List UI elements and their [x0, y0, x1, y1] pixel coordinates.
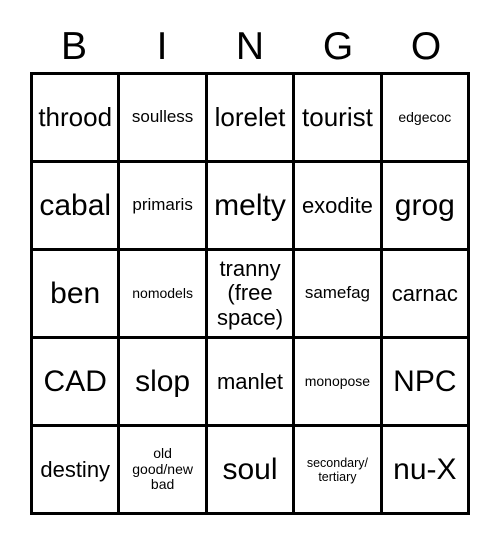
bingo-header-letter-o: O	[410, 24, 442, 68]
bingo-cell-label: throod	[38, 101, 113, 132]
bingo-cell-g4[interactable]: monopose	[295, 339, 383, 427]
bingo-cell-n5[interactable]: soul	[207, 427, 296, 515]
bingo-cell-b4[interactable]: CAD	[33, 339, 121, 427]
bingo-row: CAD slop manlet monopose NPC	[33, 339, 471, 427]
bingo-cell-label: soulless	[131, 107, 194, 127]
bingo-row: cabal primaris melty exodite grog	[33, 163, 471, 251]
bingo-row: ben nomodels tranny (free space) samefag…	[33, 251, 471, 339]
bingo-header-letter-n: N	[235, 24, 265, 68]
bingo-cell-n1[interactable]: lorelet	[207, 75, 296, 163]
bingo-cell-o1[interactable]: edgecoc	[382, 75, 471, 163]
bingo-cell-label: carnac	[391, 280, 458, 306]
bingo-cell-g5[interactable]: secondary/ tertiary	[295, 427, 383, 515]
bingo-cell-label: cabal	[39, 188, 112, 222]
bingo-cell-o2[interactable]: grog	[382, 163, 471, 251]
bingo-cell-label: soul	[222, 452, 278, 486]
bingo-cell-i3[interactable]: nomodels	[120, 251, 208, 339]
bingo-cell-b3[interactable]: ben	[33, 251, 121, 339]
bingo-cell-label: melty	[214, 188, 286, 222]
bingo-header: B I N G O	[30, 22, 470, 70]
bingo-cell-label: samefag	[304, 283, 371, 303]
bingo-card: B I N G O throod soulless lorelet touris…	[0, 0, 501, 544]
bingo-cell-label: nu-X	[393, 452, 457, 486]
bingo-row: throod soulless lorelet tourist edgecoc	[33, 75, 471, 163]
bingo-free-space-label: tranny (free space)	[216, 255, 284, 330]
bingo-cell-label: primaris	[132, 195, 193, 215]
bingo-cell-label: CAD	[43, 364, 107, 398]
bingo-cell-label: exodite	[301, 192, 373, 218]
bingo-cell-label: secondary/ tertiary	[306, 455, 368, 484]
bingo-cell-i2[interactable]: primaris	[120, 163, 208, 251]
bingo-cell-g3[interactable]: samefag	[295, 251, 383, 339]
bingo-header-letter-i: I	[156, 24, 168, 68]
bingo-cell-free-space[interactable]: tranny (free space)	[207, 251, 296, 339]
bingo-cell-i4[interactable]: slop	[120, 339, 208, 427]
bingo-cell-b5[interactable]: destiny	[33, 427, 121, 515]
bingo-cell-label: monopose	[304, 373, 371, 390]
bingo-cell-i5[interactable]: old good/new bad	[120, 427, 208, 515]
bingo-header-letter-b: B	[60, 24, 87, 68]
bingo-cell-g2[interactable]: exodite	[295, 163, 383, 251]
bingo-cell-label: nomodels	[132, 285, 193, 302]
bingo-cell-label: grog	[394, 188, 455, 222]
bingo-row: destiny old good/new bad soul secondary/…	[33, 427, 471, 515]
bingo-grid: throod soulless lorelet tourist edgecoc …	[30, 72, 471, 515]
bingo-cell-label: old good/new bad	[132, 444, 193, 493]
bingo-cell-label: tourist	[302, 101, 373, 132]
bingo-cell-b2[interactable]: cabal	[33, 163, 121, 251]
bingo-cell-label: manlet	[216, 368, 284, 394]
bingo-cell-o3[interactable]: carnac	[382, 251, 471, 339]
bingo-cell-n2[interactable]: melty	[207, 163, 296, 251]
bingo-cell-label: slop	[135, 364, 191, 398]
bingo-cell-b1[interactable]: throod	[33, 75, 121, 163]
bingo-cell-g1[interactable]: tourist	[295, 75, 383, 163]
bingo-header-letter-g: G	[322, 24, 354, 68]
bingo-cell-label: lorelet	[214, 101, 286, 132]
bingo-cell-label: NPC	[393, 364, 457, 398]
bingo-cell-label: ben	[50, 276, 101, 310]
bingo-cell-label: edgecoc	[398, 109, 452, 126]
bingo-cell-o5[interactable]: nu-X	[382, 427, 471, 515]
bingo-cell-i1[interactable]: soulless	[120, 75, 208, 163]
bingo-cell-label: destiny	[40, 456, 111, 482]
bingo-cell-n4[interactable]: manlet	[207, 339, 296, 427]
bingo-cell-o4[interactable]: NPC	[382, 339, 471, 427]
